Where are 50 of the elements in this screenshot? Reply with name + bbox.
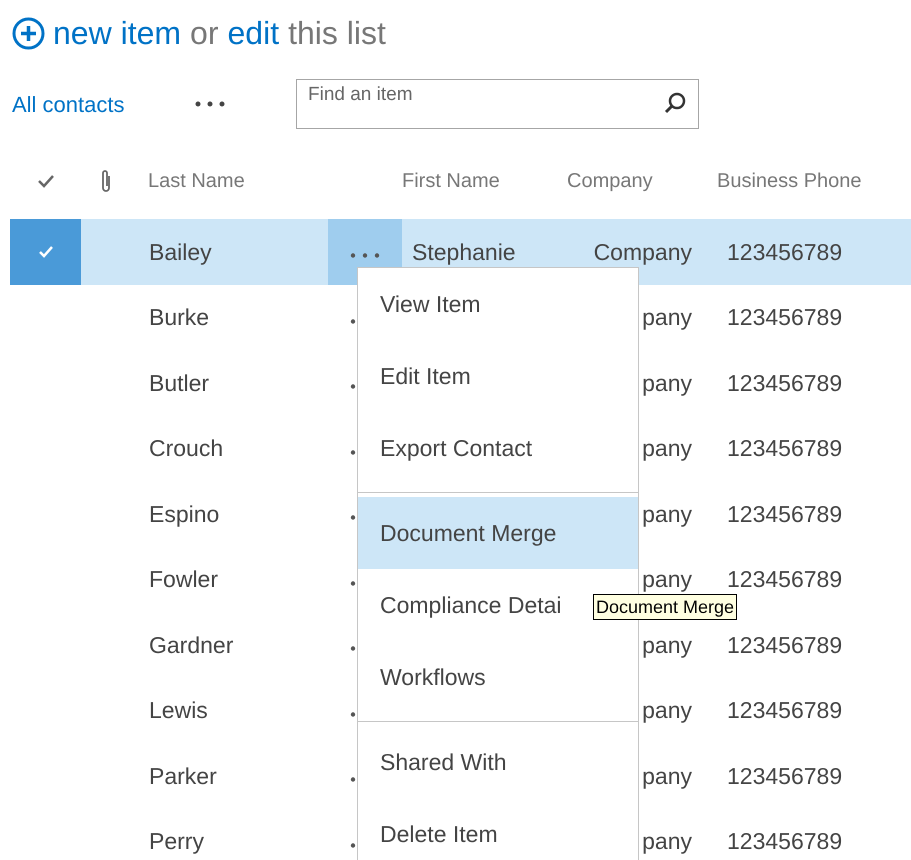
table-cell: Butler bbox=[149, 370, 210, 396]
table-cell: 123456789 bbox=[727, 632, 842, 658]
column-header[interactable]: Last Name bbox=[148, 170, 245, 192]
table-cell: 123456789 bbox=[727, 435, 842, 461]
table-cell: 123456789 bbox=[727, 566, 842, 592]
view-link[interactable]: All contacts bbox=[12, 88, 195, 120]
more-icon[interactable] bbox=[195, 101, 225, 107]
table-cell: Gardner bbox=[149, 632, 234, 658]
table-cell-text: Company bbox=[594, 238, 692, 267]
table-cell: Fowler bbox=[149, 566, 218, 592]
table-row[interactable]: Bailey Stephanie Company 123456789 bbox=[10, 219, 911, 284]
table-cell-text: pany bbox=[642, 827, 692, 856]
table-cell-text: pany bbox=[642, 500, 692, 529]
table-cell-text: pany bbox=[642, 565, 692, 594]
paperclip-icon bbox=[100, 168, 112, 194]
table-cell: Burke bbox=[149, 304, 210, 330]
table-cell: 123456789 bbox=[727, 828, 842, 854]
menu-item[interactable]: Document Merge bbox=[358, 497, 638, 569]
table-cell: Crouch bbox=[149, 435, 224, 461]
table-cell: Parker bbox=[149, 762, 217, 788]
table-cell: Espino bbox=[149, 500, 220, 526]
table-cell: Bailey bbox=[149, 238, 212, 264]
column-header[interactable]: Company bbox=[567, 170, 653, 192]
table-cell-text: pany bbox=[642, 696, 692, 725]
table-cell: Lewis bbox=[149, 697, 208, 723]
table-cell-text: pany bbox=[642, 303, 692, 332]
header-link[interactable]: edit bbox=[228, 17, 280, 49]
header-text: or bbox=[190, 17, 218, 49]
search-icon[interactable] bbox=[663, 91, 687, 115]
table-cell: 123456789 bbox=[727, 370, 842, 396]
table-cell-text: pany bbox=[642, 630, 692, 660]
table-cell: 123456789 bbox=[727, 697, 842, 723]
check-icon[interactable] bbox=[36, 174, 54, 188]
table-cell-text: pany bbox=[642, 434, 692, 463]
column-header[interactable]: Business Phone bbox=[717, 170, 862, 192]
table-cell: 123456789 bbox=[727, 304, 842, 330]
add-icon[interactable] bbox=[12, 16, 45, 50]
table-cell: 123456789 bbox=[727, 238, 842, 264]
header-text: this list bbox=[288, 17, 386, 49]
table-cell: 123456789 bbox=[727, 762, 842, 788]
table-cell: Perry bbox=[149, 828, 204, 854]
ellipsis-icon[interactable] bbox=[350, 253, 380, 258]
search-field[interactable]: Find an item bbox=[296, 79, 699, 129]
table-cell: Stephanie bbox=[412, 238, 516, 264]
header-link[interactable]: new item bbox=[53, 17, 182, 49]
table-cell-text: pany bbox=[642, 762, 692, 791]
table-cell-text: pany bbox=[642, 368, 692, 398]
tooltip: Document Merge bbox=[593, 594, 738, 620]
table-cell: 123456789 bbox=[727, 500, 842, 526]
column-header[interactable]: First Name bbox=[402, 170, 500, 192]
